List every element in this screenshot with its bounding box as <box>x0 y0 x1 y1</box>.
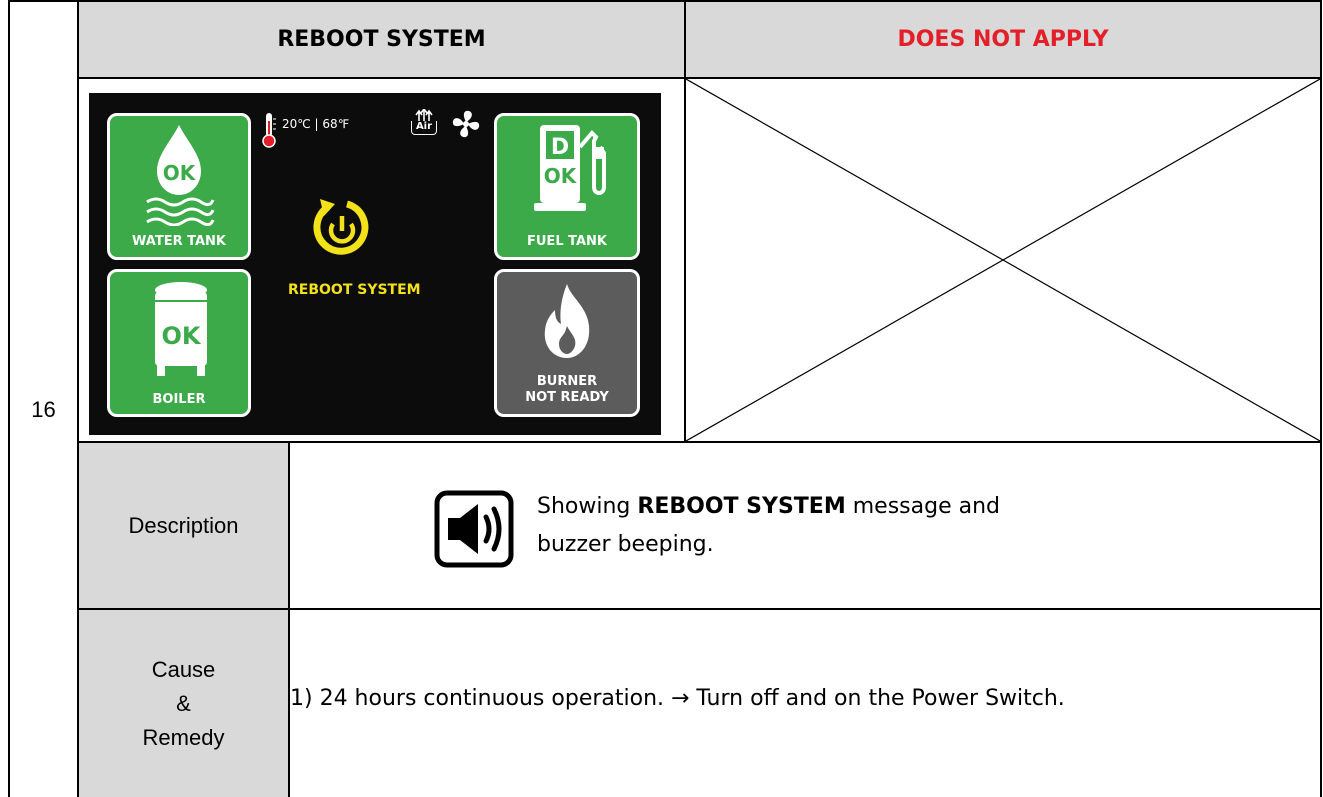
wave-icon <box>146 197 215 226</box>
description-label: Description <box>128 512 239 538</box>
flame-icon <box>544 284 590 358</box>
fuel-tank-tile: D OK FUEL TANK <box>494 113 640 260</box>
thermometer-icon <box>262 113 276 148</box>
burner-label-line1: BURNER <box>536 374 598 389</box>
description-text-before: Showing <box>537 494 638 519</box>
water-tank-label: WATER TANK <box>132 234 226 249</box>
air-label: Air <box>411 121 437 135</box>
temperature-readout: 20℃ | 68℉ <box>282 117 350 131</box>
burner-tile: BURNER NOT READY <box>494 269 640 417</box>
fan-icon <box>452 110 480 138</box>
cause-label-line3: Remedy <box>142 724 225 750</box>
reboot-system-label: REBOOT SYSTEM <box>288 282 421 298</box>
header-right-title: DOES NOT APPLY <box>897 26 1109 52</box>
crossed-out-cell <box>686 79 1320 441</box>
display-screen: OK WATER TANK OK BOILER 20℃ | 68℉ Air RE… <box>89 93 661 435</box>
water-tank-status: OK <box>163 161 197 185</box>
boiler-status: OK <box>162 322 202 350</box>
cause-remedy-text: 1) 24 hours continuous operation. → Turn… <box>290 686 1065 711</box>
fuel-tank-label: FUEL TANK <box>527 234 607 249</box>
boiler-icon: OK <box>155 282 207 376</box>
fuel-pump-icon: D OK <box>534 125 606 211</box>
header-left-title: REBOOT SYSTEM <box>277 26 486 52</box>
cause-label-line2: & <box>176 690 191 716</box>
cause-remedy-label: Cause & Remedy <box>79 610 288 797</box>
table-border <box>288 442 290 797</box>
water-tank-tile: OK WATER TANK <box>107 113 251 260</box>
table-border <box>1320 0 1322 797</box>
description-text-bold: REBOOT SYSTEM <box>637 494 846 519</box>
boiler-label: BOILER <box>152 392 206 407</box>
water-drop-icon: OK <box>157 125 201 195</box>
cause-label-line1: Cause <box>151 656 216 682</box>
burner-label-line2: NOT READY <box>525 390 609 405</box>
air-arrows-icon <box>415 109 433 121</box>
fuel-letter: D <box>551 135 569 160</box>
speaker-icon <box>434 490 514 568</box>
boiler-tile: OK BOILER <box>107 269 251 417</box>
reboot-icon <box>313 199 369 255</box>
air-indicator: Air <box>411 109 437 137</box>
row-number: 16 <box>31 397 56 422</box>
fuel-tank-status: OK <box>544 164 578 188</box>
description-text: Showing REBOOT SYSTEM message and buzzer… <box>537 488 1077 564</box>
